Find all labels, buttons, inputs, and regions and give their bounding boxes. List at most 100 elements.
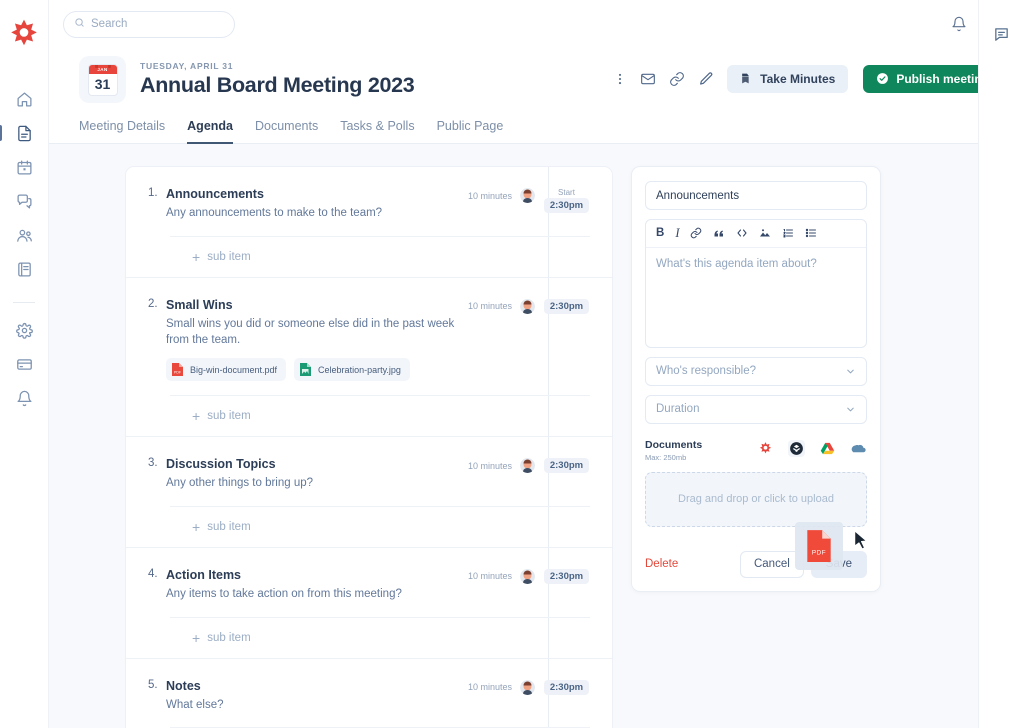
sub-item-label: sub item: [207, 250, 251, 263]
bullet-list-icon[interactable]: [805, 227, 817, 239]
content-area: 1. Announcements Any announcements to ma…: [49, 144, 1024, 728]
sub-item-label: sub item: [207, 410, 251, 423]
dropbox-icon[interactable]: [788, 439, 805, 457]
agenda-item[interactable]: 1. Announcements Any announcements to ma…: [126, 167, 612, 277]
add-sub-item-button[interactable]: + sub item: [148, 618, 612, 658]
google-drive-icon[interactable]: [819, 440, 836, 457]
search-input[interactable]: [91, 18, 224, 30]
item-time[interactable]: 2:30pm: [543, 298, 590, 314]
tab-public-page[interactable]: Public Page: [437, 119, 504, 144]
attachment-chip[interactable]: PDF Big-win-document.pdf: [166, 358, 287, 382]
plus-icon: +: [192, 408, 201, 425]
item-owner-avatar[interactable]: [520, 188, 535, 203]
sidebar-item-calendar[interactable]: [7, 152, 41, 182]
search-box[interactable]: [63, 10, 235, 38]
item-duration: 10 minutes: [467, 460, 512, 471]
agenda-item-editor-panel: B I: [631, 166, 881, 592]
cancel-button[interactable]: Cancel: [739, 550, 804, 578]
agenda-item[interactable]: 2. Small Wins Small wins you did or some…: [126, 278, 612, 436]
calendar-icon: JAN 31: [87, 63, 118, 96]
sidebar-item-settings[interactable]: [7, 315, 41, 345]
item-number: 2.: [148, 297, 158, 310]
tab-tasks-polls[interactable]: Tasks & Polls: [340, 119, 414, 144]
onedrive-icon[interactable]: [850, 440, 867, 457]
cloud-provider-group: [757, 439, 867, 457]
header-actions: Take Minutes Publish meeting: [613, 64, 1002, 95]
sidebar-item-home[interactable]: [7, 84, 41, 114]
chevron-down-icon: [847, 407, 854, 411]
sidebar-item-billing[interactable]: [7, 349, 41, 379]
agenda-list-card: 1. Announcements Any announcements to ma…: [125, 166, 613, 728]
tab-agenda[interactable]: Agenda: [187, 119, 233, 144]
attachment-name: Celebration-party.jpg: [318, 364, 401, 375]
item-title: Small Wins: [166, 297, 233, 312]
item-title: Notes: [166, 678, 201, 693]
item-time[interactable]: 2:30pm: [543, 679, 590, 695]
code-icon[interactable]: [736, 227, 748, 239]
app-storage-icon[interactable]: [757, 440, 774, 457]
item-time[interactable]: 2:30pm: [543, 198, 590, 213]
calendar-badge: JAN 31: [79, 56, 126, 103]
item-description: What else?: [166, 698, 224, 711]
item-time[interactable]: 2:30pm: [543, 568, 590, 584]
item-owner-avatar[interactable]: [520, 679, 535, 695]
link-icon[interactable]: [669, 71, 685, 87]
item-owner-avatar[interactable]: [520, 298, 535, 314]
sidebar-item-messages[interactable]: [7, 186, 41, 216]
agenda-body-textarea[interactable]: What's this agenda item about?: [646, 248, 866, 347]
more-options-icon[interactable]: [613, 72, 627, 86]
attachment-name: Big-win-document.pdf: [190, 364, 278, 375]
sidebar-divider: [13, 302, 35, 303]
dropzone-text: Drag and drop or click to upload: [678, 493, 834, 506]
sidebar-item-documents[interactable]: [0, 118, 41, 148]
agenda-item[interactable]: 5. Notes What else? 10 minutes 2:30pm: [126, 659, 612, 728]
calendar-month: JAN: [88, 64, 117, 74]
image-icon[interactable]: [759, 227, 771, 239]
item-owner-avatar[interactable]: [520, 458, 535, 474]
attachment-chip[interactable]: Celebration-party.jpg: [294, 358, 410, 382]
rich-text-editor: B I What's this agenda item about?: [645, 219, 867, 348]
responsible-select[interactable]: Who's responsible?: [645, 356, 867, 386]
add-sub-item-button[interactable]: + sub item: [148, 396, 612, 436]
add-sub-item-button[interactable]: + sub item: [148, 237, 612, 277]
agenda-item[interactable]: 3. Discussion Topics Any other things to…: [126, 437, 612, 547]
italic-icon[interactable]: I: [675, 227, 679, 240]
file-dropzone[interactable]: Drag and drop or click to upload: [645, 471, 867, 527]
sub-item-label: sub item: [207, 520, 251, 533]
editor-footer: Delete Cancel Save: [645, 550, 867, 578]
item-description: Any items to take action on from this me…: [166, 588, 402, 601]
sidebar-item-team[interactable]: [7, 220, 41, 250]
ordered-list-icon[interactable]: [782, 227, 794, 239]
tab-documents[interactable]: Documents: [255, 119, 318, 144]
item-number: 1.: [148, 187, 158, 199]
take-minutes-button[interactable]: Take Minutes: [727, 64, 849, 93]
add-sub-item-button[interactable]: + sub item: [148, 507, 612, 547]
documents-max-size: Max: 250mb: [645, 452, 687, 462]
plus-icon: +: [192, 518, 201, 535]
quote-icon[interactable]: [713, 227, 725, 239]
link-icon[interactable]: [690, 227, 702, 239]
sidebar-item-alerts[interactable]: [7, 383, 41, 413]
sidebar-item-library[interactable]: [7, 254, 41, 284]
plus-icon: +: [192, 248, 201, 265]
bell-icon[interactable]: [951, 16, 967, 32]
comment-icon[interactable]: [993, 26, 1010, 43]
search-icon: [74, 15, 85, 33]
agenda-item[interactable]: 4. Action Items Any items to take action…: [126, 548, 612, 658]
delete-button[interactable]: Delete: [645, 558, 678, 570]
item-description: Any other things to bring up?: [166, 477, 314, 490]
tab-bar: Meeting Details Agenda Documents Tasks &…: [49, 103, 1024, 144]
item-owner-avatar[interactable]: [520, 568, 535, 584]
bold-icon[interactable]: B: [656, 227, 664, 240]
save-button[interactable]: Save: [810, 550, 867, 578]
top-bar: [49, 0, 1024, 48]
duration-select[interactable]: Duration: [645, 394, 867, 424]
sub-item-label: sub item: [207, 631, 251, 644]
tab-meeting-details[interactable]: Meeting Details: [79, 119, 165, 144]
agenda-title-input[interactable]: [645, 181, 867, 210]
item-duration: 10 minutes: [467, 682, 512, 693]
item-time[interactable]: 2:30pm: [543, 458, 590, 474]
app-logo-icon[interactable]: [8, 18, 40, 50]
email-icon[interactable]: [640, 71, 656, 87]
edit-pencil-icon[interactable]: [698, 71, 714, 87]
